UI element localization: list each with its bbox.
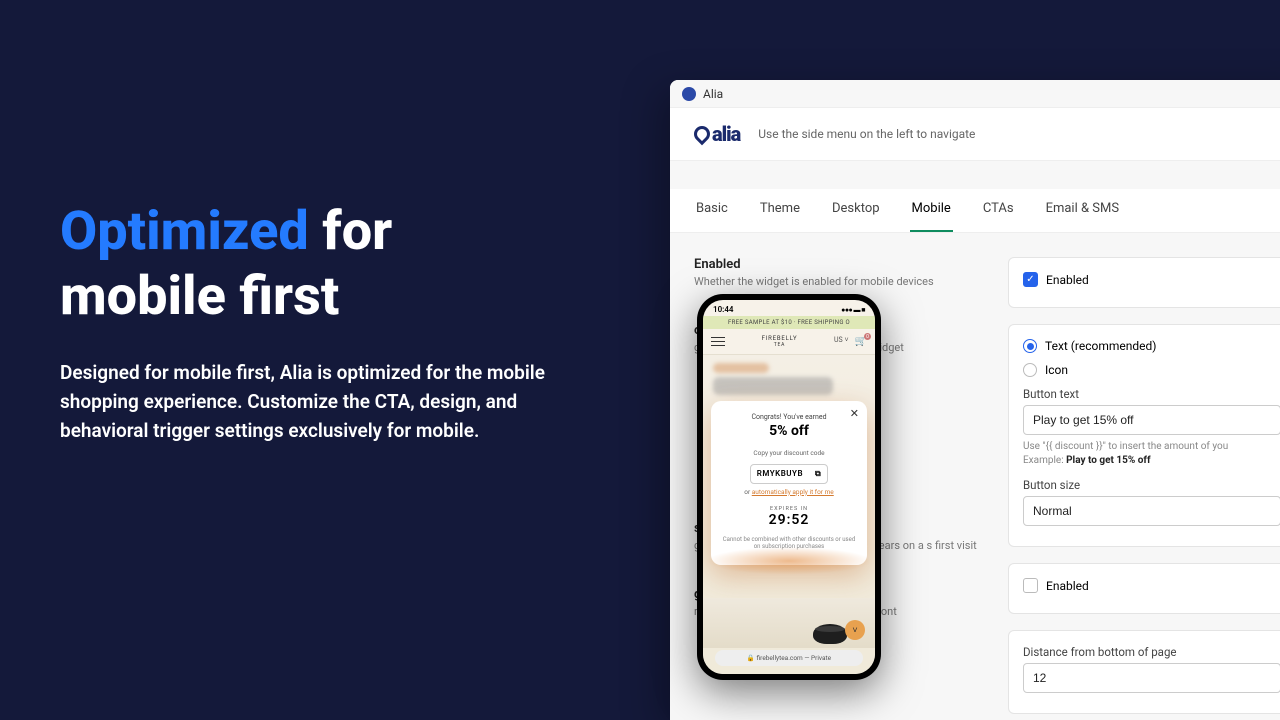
brand-name-bottom: TEA <box>762 342 798 348</box>
phone-promo-banner: FREE SAMPLE AT $10 · FREE SHIPPING O <box>703 316 875 329</box>
hero-body: Designed for mobile first, Alia is optim… <box>60 358 560 446</box>
hint-example: Play to get 15% off <box>1066 455 1150 466</box>
popup-discount: 5% off <box>721 423 857 439</box>
button-settings-card: Text (recommended) Icon Button text Use … <box>1008 324 1280 547</box>
window-titlebar: Alia <box>670 80 1280 108</box>
hamburger-icon[interactable] <box>711 337 725 346</box>
cart-icon[interactable]: 🛒0 <box>855 336 867 347</box>
phone-status-bar: 10:44 ●●● ▬ ■ <box>703 300 875 316</box>
copy-icon[interactable]: ⧉ <box>815 469 821 479</box>
enabled-checkbox-label: Enabled <box>1046 273 1089 287</box>
discount-code: RMYKBUYB <box>757 469 803 478</box>
tab-email-sms[interactable]: Email & SMS <box>1044 189 1122 232</box>
hint-example-label: Example: <box>1023 455 1066 466</box>
distance-label: Distance from bottom of page <box>1023 645 1280 659</box>
popup-congrats: Congrats! You've earned <box>721 413 857 421</box>
hero-highlight: Optimized <box>60 200 309 263</box>
app-header: alia Use the side menu on the left to na… <box>670 108 1280 161</box>
popup-copy-label: Copy your discount code <box>721 449 857 457</box>
tab-desktop[interactable]: Desktop <box>830 189 882 232</box>
tab-mobile[interactable]: Mobile <box>910 189 953 232</box>
header-help-text: Use the side menu on the left to navigat… <box>758 127 975 141</box>
button-type-icon-label: Icon <box>1045 363 1068 377</box>
teacup-graphic <box>813 624 847 644</box>
popup-or-line: or automatically apply it for me <box>721 488 857 496</box>
button-text-input[interactable] <box>1023 405 1280 435</box>
window-app-icon <box>682 87 696 101</box>
brand-name-top: FIREBELLY <box>762 335 798 342</box>
distance-input[interactable] <box>1023 663 1280 693</box>
controls-column: ✓ Enabled Text (recommended) Icon Button… <box>1008 257 1280 720</box>
popup-glow <box>706 547 872 575</box>
reward-popup: ✕ Congrats! You've earned 5% off Copy yo… <box>711 401 867 565</box>
close-icon[interactable]: ✕ <box>850 407 859 420</box>
settings-tabs: Basic Theme Desktop Mobile CTAs Email & … <box>670 189 1280 233</box>
blurred-bg-1 <box>713 363 769 373</box>
brand-block: FIREBELLY TEA <box>762 335 798 348</box>
locale-selector[interactable]: US ˅ <box>834 336 849 347</box>
button-size-select[interactable] <box>1023 496 1280 526</box>
nav-right: US ˅ 🛒0 <box>834 336 867 347</box>
cart-badge: 0 <box>864 333 871 340</box>
tab-basic[interactable]: Basic <box>694 189 730 232</box>
button-text-hint: Use "{{ discount }}" to insert the amoun… <box>1023 440 1280 468</box>
phone-nav: FIREBELLY TEA US ˅ 🛒0 <box>703 329 875 355</box>
window-title: Alia <box>703 87 723 101</box>
phone-body: ✕ Congrats! You've earned 5% off Copy yo… <box>703 355 875 674</box>
phone-time: 10:44 <box>713 305 733 314</box>
bubble-enabled-label: Enabled <box>1046 579 1089 593</box>
alia-logo: alia <box>694 122 740 146</box>
tab-ctas[interactable]: CTAs <box>981 189 1016 232</box>
hero: Optimized for mobile first Designed for … <box>60 200 560 446</box>
button-type-icon-radio[interactable] <box>1023 363 1037 377</box>
hero-title: Optimized for mobile first <box>60 200 560 330</box>
bubble-settings-card: Enabled <box>1008 563 1280 614</box>
expires-time: 29:52 <box>721 512 857 528</box>
auto-apply-link[interactable]: automatically apply it for me <box>752 488 834 496</box>
section-enabled-title: Enabled <box>694 257 982 272</box>
tab-theme[interactable]: Theme <box>758 189 802 232</box>
bubble-enabled-checkbox[interactable] <box>1023 578 1038 593</box>
button-text-label: Button text <box>1023 387 1280 401</box>
blurred-bg-2 <box>713 377 833 395</box>
button-size-label: Button size <box>1023 478 1280 492</box>
button-type-text-label: Text (recommended) <box>1045 339 1156 353</box>
hint-pre: Use "{{ discount }}" to insert the amoun… <box>1023 441 1228 452</box>
widget-position-card: Distance from bottom of page <box>1008 630 1280 714</box>
url-bar: 🔒 firebellytea.com — Private <box>715 650 863 666</box>
button-type-text-radio[interactable] <box>1023 339 1037 353</box>
enabled-checkbox[interactable]: ✓ <box>1023 272 1038 287</box>
phone-status-icons: ●●● ▬ ■ <box>841 306 865 314</box>
phone-mockup: 10:44 ●●● ▬ ■ FREE SAMPLE AT $10 · FREE … <box>697 294 881 680</box>
discount-code-box[interactable]: RMYKBUYB ⧉ <box>750 464 829 484</box>
phone-screen: 10:44 ●●● ▬ ■ FREE SAMPLE AT $10 · FREE … <box>703 300 875 674</box>
section-enabled: Enabled Whether the widget is enabled fo… <box>694 257 982 289</box>
section-enabled-desc: Whether the widget is enabled for mobile… <box>694 274 982 289</box>
enabled-card: ✓ Enabled <box>1008 257 1280 308</box>
widget-fab[interactable]: ˅ <box>845 620 865 640</box>
